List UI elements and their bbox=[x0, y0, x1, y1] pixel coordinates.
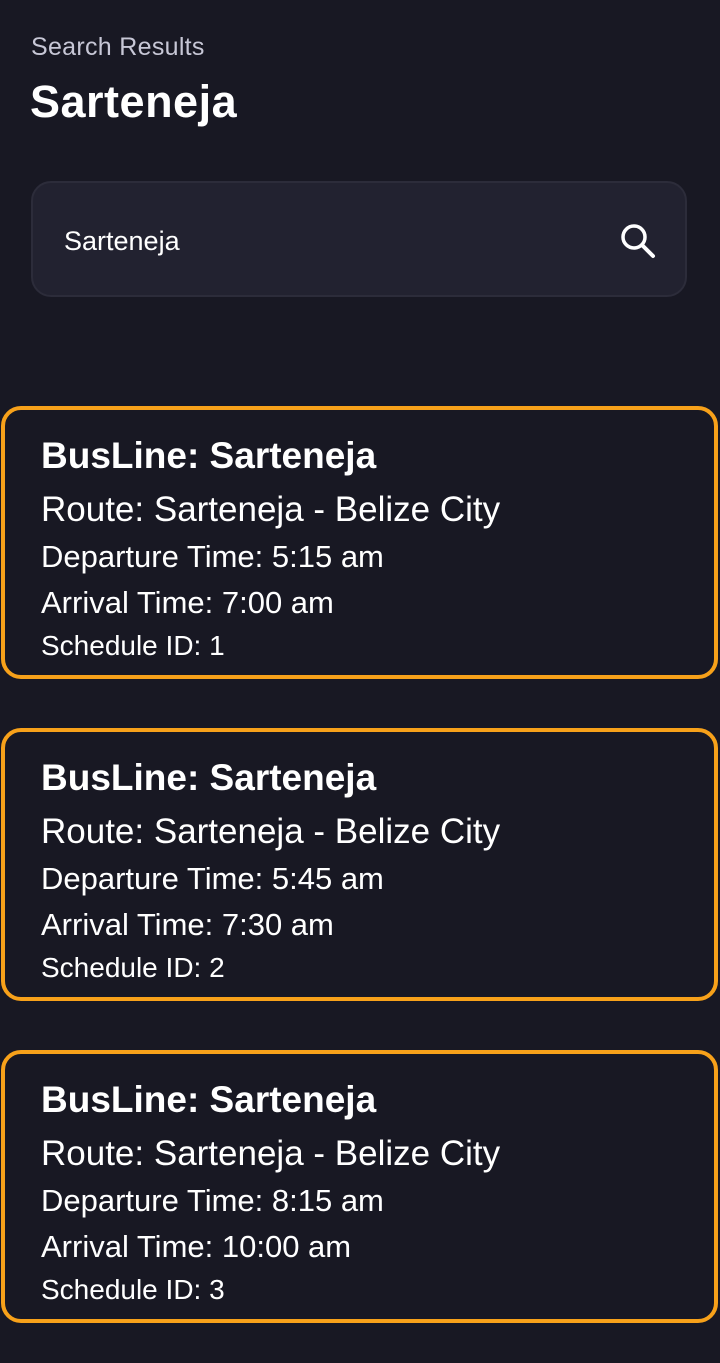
schedule-id: Schedule ID: 3 bbox=[41, 1274, 225, 1305]
route-label: Route: Sarteneja - Belize City bbox=[41, 812, 501, 851]
page-subtitle: Search Results bbox=[31, 33, 205, 61]
schedule-card[interactable]: BusLine: Sarteneja Route: Sarteneja - Be… bbox=[1, 406, 718, 679]
arrival-time: Arrival Time: 7:00 am bbox=[41, 585, 334, 620]
page-title: Sarteneja bbox=[30, 76, 238, 127]
arrival-time: Arrival Time: 10:00 am bbox=[41, 1229, 352, 1264]
route-label: Route: Sarteneja - Belize City bbox=[41, 490, 501, 529]
departure-time: Departure Time: 8:15 am bbox=[41, 1183, 384, 1218]
busline-label: BusLine: Sarteneja bbox=[41, 1079, 377, 1120]
search-input[interactable] bbox=[64, 221, 584, 261]
route-label: Route: Sarteneja - Belize City bbox=[41, 1134, 501, 1173]
schedule-id: Schedule ID: 2 bbox=[41, 952, 225, 983]
schedule-id: Schedule ID: 1 bbox=[41, 630, 225, 661]
busline-label: BusLine: Sarteneja bbox=[41, 757, 377, 798]
busline-label: BusLine: Sarteneja bbox=[41, 435, 377, 476]
schedule-card[interactable]: BusLine: Sarteneja Route: Sarteneja - Be… bbox=[1, 1050, 718, 1323]
departure-time: Departure Time: 5:45 am bbox=[41, 861, 384, 896]
departure-time: Departure Time: 5:15 am bbox=[41, 539, 384, 574]
arrival-time: Arrival Time: 7:30 am bbox=[41, 907, 334, 942]
schedule-card[interactable]: BusLine: Sarteneja Route: Sarteneja - Be… bbox=[1, 728, 718, 1001]
search-bar[interactable] bbox=[31, 181, 687, 297]
search-icon[interactable] bbox=[618, 221, 658, 261]
